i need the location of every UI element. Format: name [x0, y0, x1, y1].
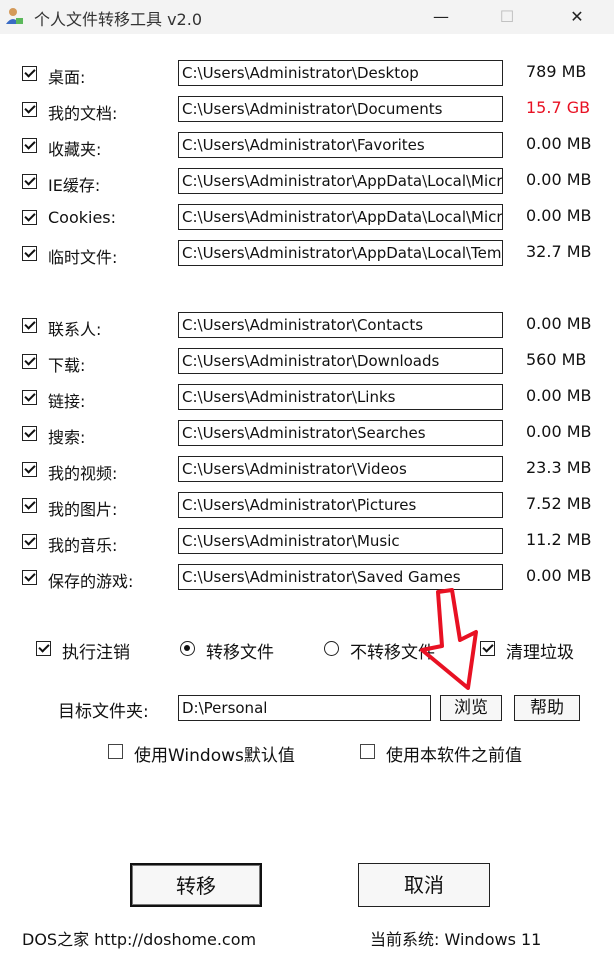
browse-button[interactable]: 浏览	[440, 695, 502, 721]
title-bar: 个人文件转移工具 v2.0 — ☐ ✕	[0, 0, 614, 34]
contacts-checkbox[interactable]	[22, 318, 37, 333]
folder-size: 7.52 MB	[526, 494, 592, 513]
videos-checkbox[interactable]	[22, 462, 37, 477]
folder-label: 保存的游戏:	[48, 572, 134, 591]
move-files-label: 转移文件	[206, 643, 274, 663]
folder-label: 搜索:	[48, 428, 86, 447]
pictures-checkbox[interactable]	[22, 498, 37, 513]
folder-label: 我的图片:	[48, 500, 118, 519]
folder-size: 32.7 MB	[526, 242, 592, 261]
ie-cache-path-field[interactable]: C:\Users\Administrator\AppData\Local\Mic…	[178, 168, 503, 194]
folder-row-contacts: 联系人: C:\Users\Administrator\Contacts 0.0…	[0, 311, 614, 343]
desktop-checkbox[interactable]	[22, 66, 37, 81]
folder-row-desktop: 桌面: C:\Users\Administrator\Desktop 789 M…	[0, 59, 614, 91]
use-windows-default-checkbox[interactable]	[108, 744, 123, 759]
folder-label: 临时文件:	[48, 248, 118, 267]
use-previous-checkbox[interactable]	[360, 744, 375, 759]
folder-size: 23.3 MB	[526, 458, 592, 477]
folder-size: 0.00 MB	[526, 314, 592, 333]
folder-size: 0.00 MB	[526, 170, 592, 189]
close-button[interactable]: ✕	[554, 2, 600, 32]
folder-size: 0.00 MB	[526, 386, 592, 405]
links-checkbox[interactable]	[22, 390, 37, 405]
window-title: 个人文件转移工具 v2.0	[34, 10, 203, 29]
temp-path-field[interactable]: C:\Users\Administrator\AppData\Local\Tem…	[178, 240, 503, 266]
folder-size: 15.7 GB	[526, 98, 591, 117]
minimize-button[interactable]: —	[418, 2, 464, 32]
cookies-path-field[interactable]: C:\Users\Administrator\AppData\Local\Mic…	[178, 204, 503, 230]
documents-path-field[interactable]: C:\Users\Administrator\Documents	[178, 96, 503, 122]
folder-row-downloads: 下载: C:\Users\Administrator\Downloads 560…	[0, 347, 614, 379]
use-previous-label: 使用本软件之前值	[386, 746, 522, 766]
desktop-path-field[interactable]: C:\Users\Administrator\Desktop	[178, 60, 503, 86]
user-app-icon	[6, 8, 23, 24]
music-checkbox[interactable]	[22, 534, 37, 549]
pictures-path-field[interactable]: C:\Users\Administrator\Pictures	[178, 492, 503, 518]
music-path-field[interactable]: C:\Users\Administrator\Music	[178, 528, 503, 554]
saved-games-path-field[interactable]: C:\Users\Administrator\Saved Games	[178, 564, 503, 590]
no-move-files-radio[interactable]	[324, 641, 339, 656]
favorites-checkbox[interactable]	[22, 138, 37, 153]
videos-path-field[interactable]: C:\Users\Administrator\Videos	[178, 456, 503, 482]
saved-games-checkbox[interactable]	[22, 570, 37, 585]
folder-row-searches: 搜索: C:\Users\Administrator\Searches 0.00…	[0, 419, 614, 451]
folder-label: 联系人:	[48, 320, 102, 339]
folder-label: 我的视频:	[48, 464, 118, 483]
maximize-button[interactable]: ☐	[484, 2, 530, 32]
folder-label: 下载:	[48, 356, 86, 375]
folder-row-music: 我的音乐: C:\Users\Administrator\Music 11.2 …	[0, 527, 614, 559]
folder-row-favorites: 收藏夹: C:\Users\Administrator\Favorites 0.…	[0, 131, 614, 163]
ie-cache-checkbox[interactable]	[22, 174, 37, 189]
folder-row-videos: 我的视频: C:\Users\Administrator\Videos 23.3…	[0, 455, 614, 487]
help-button[interactable]: 帮助	[514, 695, 580, 721]
folder-size: 11.2 MB	[526, 530, 592, 549]
footer-site-text: DOS之家 http://doshome.com	[22, 930, 257, 949]
folder-label: 桌面:	[48, 68, 86, 87]
logoff-checkbox[interactable]	[36, 641, 51, 656]
searches-path-field[interactable]: C:\Users\Administrator\Searches	[178, 420, 503, 446]
folder-size: 789 MB	[526, 62, 587, 81]
folder-row-pictures: 我的图片: C:\Users\Administrator\Pictures 7.…	[0, 491, 614, 523]
clean-junk-label: 清理垃圾	[506, 643, 574, 663]
footer-system-text: 当前系统: Windows 11	[370, 930, 542, 949]
downloads-checkbox[interactable]	[22, 354, 37, 369]
folder-size: 0.00 MB	[526, 134, 592, 153]
folder-label: 我的文档:	[48, 104, 118, 123]
target-folder-label: 目标文件夹:	[58, 702, 149, 722]
cancel-button[interactable]: 取消	[358, 863, 490, 907]
logoff-label: 执行注销	[62, 643, 130, 663]
no-move-files-label: 不转移文件	[350, 643, 435, 663]
move-files-radio[interactable]	[180, 641, 195, 656]
folder-label: 链接:	[48, 392, 86, 411]
cookies-checkbox[interactable]	[22, 210, 37, 225]
folder-row-links: 链接: C:\Users\Administrator\Links 0.00 MB	[0, 383, 614, 415]
documents-checkbox[interactable]	[22, 102, 37, 117]
favorites-path-field[interactable]: C:\Users\Administrator\Favorites	[178, 132, 503, 158]
downloads-path-field[interactable]: C:\Users\Administrator\Downloads	[178, 348, 503, 374]
contacts-path-field[interactable]: C:\Users\Administrator\Contacts	[178, 312, 503, 338]
folder-size: 560 MB	[526, 350, 587, 369]
folder-row-saved-games: 保存的游戏: C:\Users\Administrator\Saved Game…	[0, 563, 614, 595]
links-path-field[interactable]: C:\Users\Administrator\Links	[178, 384, 503, 410]
searches-checkbox[interactable]	[22, 426, 37, 441]
temp-checkbox[interactable]	[22, 246, 37, 261]
target-folder-input[interactable]: D:\Personal	[178, 695, 431, 721]
folder-row-cookies: Cookies: C:\Users\Administrator\AppData\…	[0, 203, 614, 235]
clean-junk-checkbox[interactable]	[480, 641, 495, 656]
folder-size: 0.00 MB	[526, 566, 592, 585]
use-windows-default-label: 使用Windows默认值	[134, 746, 295, 766]
folder-label: IE缓存:	[48, 176, 101, 195]
folder-row-documents: 我的文档: C:\Users\Administrator\Documents 1…	[0, 95, 614, 127]
folder-label: 我的音乐:	[48, 536, 118, 555]
folder-row-ie-cache: IE缓存: C:\Users\Administrator\AppData\Loc…	[0, 167, 614, 199]
folder-size: 0.00 MB	[526, 206, 592, 225]
folder-label: Cookies:	[48, 208, 117, 227]
folder-row-temp: 临时文件: C:\Users\Administrator\AppData\Loc…	[0, 239, 614, 271]
transfer-button[interactable]: 转移	[130, 863, 262, 907]
folder-size: 0.00 MB	[526, 422, 592, 441]
folder-label: 收藏夹:	[48, 140, 102, 159]
